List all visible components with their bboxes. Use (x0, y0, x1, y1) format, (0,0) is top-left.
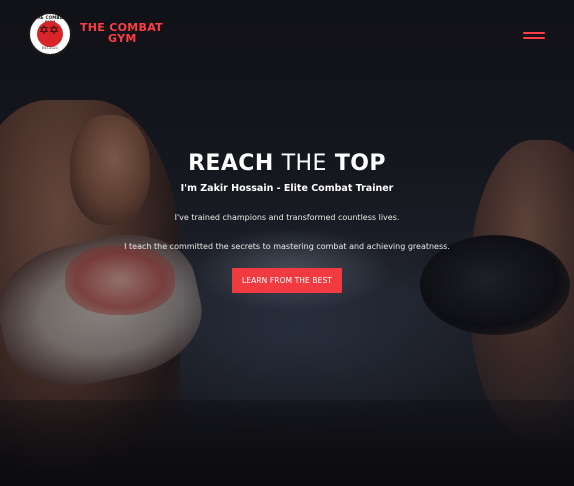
hero-subtitle: I'm Zakir Hossain - Elite Combat Trainer (180, 183, 394, 194)
hamburger-line-top (523, 32, 545, 34)
hero-headline: REACH THE TOP (0, 148, 574, 180)
brand-line-2: GYM (108, 32, 137, 45)
logo-est-text: EST.2021 (41, 46, 59, 50)
hero-paragraph-2: I teach the committed the secrets to mas… (124, 242, 450, 251)
headline-word-reach: REACH (188, 151, 274, 176)
hero-content: REACH THE TOP I'm Zakir Hossain - Elite … (0, 148, 574, 293)
hero-paragraph-1: I've trained champions and transformed c… (174, 213, 400, 222)
brand-name[interactable]: THE COMBAT GYM (80, 22, 180, 44)
hero-section: THE COMBAT GYM ✡✡ EST.2021 THE COMBAT GY… (0, 0, 574, 486)
hamburger-icon[interactable] (523, 31, 545, 41)
logo-glyph-icon: ✡✡ (39, 23, 60, 37)
headline-word-the: THE (281, 151, 327, 176)
gym-logo[interactable]: THE COMBAT GYM ✡✡ EST.2021 (28, 12, 72, 56)
learn-from-the-best-button[interactable]: LEARN FROM THE BEST (231, 268, 342, 293)
hamburger-line-bottom (523, 37, 545, 39)
site-header: THE COMBAT GYM ✡✡ EST.2021 THE COMBAT GY… (0, 0, 574, 72)
headline-word-top: TOP (334, 151, 386, 176)
